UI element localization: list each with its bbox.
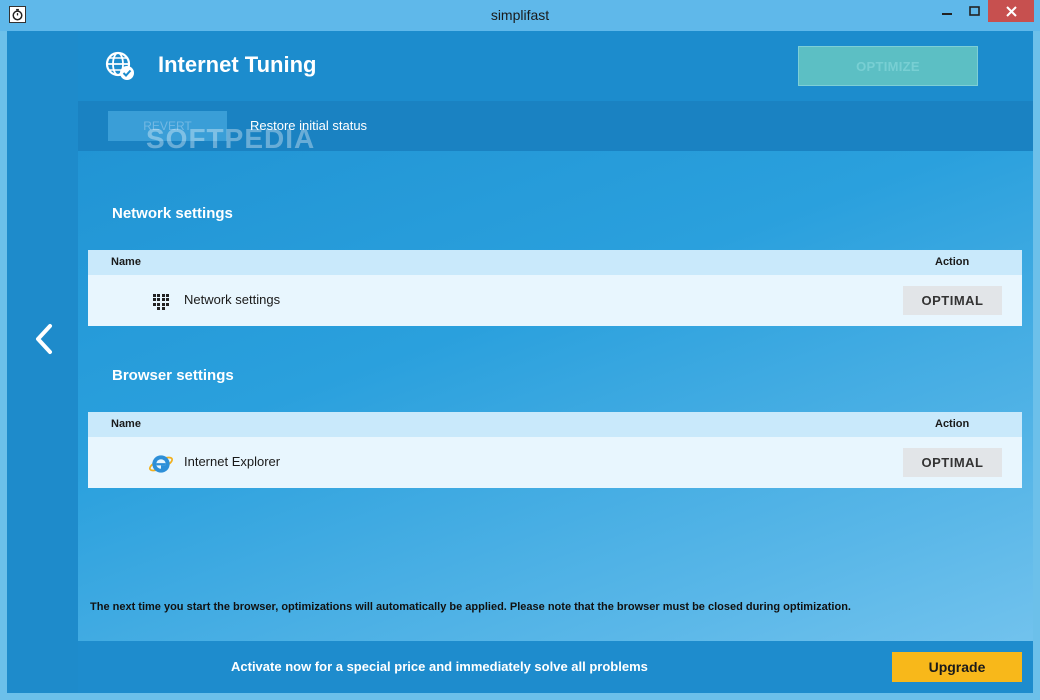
app-window: Internet Tuning OPTIMIZE REVERT Restore … — [7, 31, 1033, 693]
globe-check-icon — [105, 51, 134, 80]
internet-explorer-icon — [148, 450, 174, 478]
table-header: Name Action — [88, 412, 1022, 437]
maximize-button[interactable] — [961, 0, 987, 22]
network-optimal-button[interactable]: OPTIMAL — [903, 286, 1002, 315]
close-icon — [1005, 5, 1017, 17]
page-title: Internet Tuning — [158, 52, 317, 77]
network-settings-table: Name Action Network settings OPTIMAL — [88, 250, 1022, 326]
upgrade-button[interactable]: Upgrade — [892, 652, 1022, 682]
maximize-icon — [968, 6, 980, 16]
column-name: Name — [111, 256, 141, 268]
info-note: The next time you start the browser, opt… — [90, 601, 851, 613]
promo-text: Activate now for a special price and imm… — [231, 659, 648, 674]
column-action: Action — [935, 418, 970, 430]
footer-bar: Activate now for a special price and imm… — [78, 641, 1033, 693]
column-name: Name — [111, 418, 141, 430]
left-rail — [7, 31, 78, 693]
column-action: Action — [935, 256, 970, 268]
browser-settings-heading: Browser settings — [112, 367, 234, 384]
network-grid-icon — [148, 288, 174, 316]
minimize-icon — [942, 13, 952, 15]
table-header: Name Action — [88, 250, 1022, 275]
row-label: Network settings — [184, 292, 281, 307]
action-bar: REVERT Restore initial status SOFTPEDIA — [78, 101, 1033, 154]
main-content: Internet Tuning OPTIMIZE REVERT Restore … — [78, 31, 1033, 641]
title-bar: simplifast — [0, 0, 1040, 31]
optimize-button[interactable]: OPTIMIZE — [798, 46, 978, 86]
table-row: Internet Explorer OPTIMAL — [88, 437, 1022, 488]
window-title: simplifast — [490, 7, 550, 23]
close-button[interactable] — [988, 0, 1034, 22]
chevron-left-icon — [36, 324, 52, 354]
back-button[interactable] — [27, 319, 61, 359]
restore-initial-status-label: Restore initial status — [250, 118, 368, 133]
revert-button[interactable]: REVERT — [108, 111, 227, 141]
browser-settings-table: Name Action Internet Explorer OPTIMAL — [88, 412, 1022, 488]
table-row: Network settings OPTIMAL — [88, 275, 1022, 326]
minimize-button[interactable] — [933, 0, 961, 22]
network-settings-heading: Network settings — [112, 205, 233, 222]
page-header: Internet Tuning OPTIMIZE — [78, 31, 1033, 101]
row-label: Internet Explorer — [184, 454, 281, 469]
browser-optimal-button[interactable]: OPTIMAL — [903, 448, 1002, 477]
